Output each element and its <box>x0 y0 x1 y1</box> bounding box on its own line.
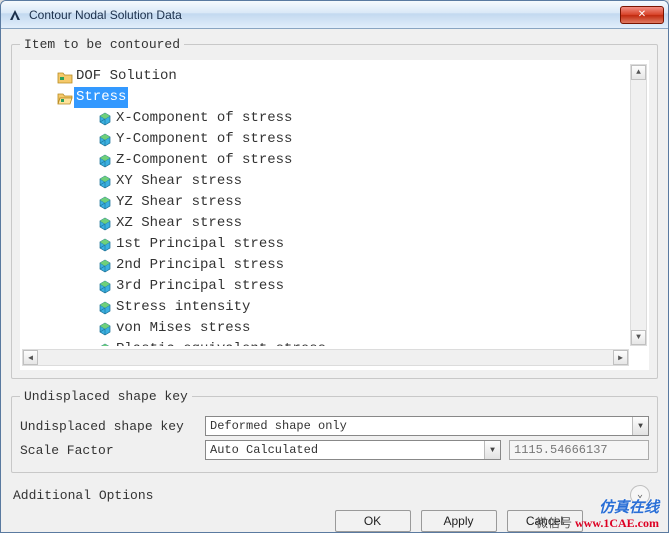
scale-factor-value: Auto Calculated <box>206 443 484 457</box>
result-cube-icon <box>96 196 114 210</box>
tree-item-label: XY Shear stress <box>114 171 244 192</box>
result-cube-icon <box>96 280 114 294</box>
item-tree[interactable]: DOF SolutionStressX-Component of stressY… <box>34 66 645 346</box>
additional-options-row[interactable]: Additional Options ⌄ <box>11 483 658 505</box>
shape-key-row: Undisplaced shape key Deformed shape onl… <box>20 416 649 436</box>
result-cube-icon <box>96 238 114 252</box>
app-icon <box>7 7 23 23</box>
tree-item[interactable]: X-Component of stress <box>34 108 645 129</box>
scroll-left-icon[interactable]: ◀ <box>23 350 38 365</box>
tree-item[interactable]: YZ Shear stress <box>34 192 645 213</box>
scroll-track-h[interactable] <box>38 350 613 365</box>
shape-key-label: Undisplaced shape key <box>20 419 205 434</box>
ok-label: OK <box>364 514 381 528</box>
tree-item[interactable]: XY Shear stress <box>34 171 645 192</box>
scale-factor-select[interactable]: Auto Calculated ▼ <box>205 440 501 460</box>
scale-factor-number-value: 1115.54666137 <box>514 443 608 457</box>
tree-item-label: Y-Component of stress <box>114 129 294 150</box>
contour-group: Item to be contoured DOF SolutionStressX… <box>11 37 658 379</box>
tree-item[interactable]: 2nd Principal stress <box>34 255 645 276</box>
ok-button[interactable]: OK <box>335 510 411 532</box>
apply-button[interactable]: Apply <box>421 510 497 532</box>
tree-item[interactable]: Stress intensity <box>34 297 645 318</box>
additional-options-label: Additional Options <box>13 488 153 503</box>
tree-item[interactable]: Y-Component of stress <box>34 129 645 150</box>
tree-item[interactable]: von Mises stress <box>34 318 645 339</box>
scale-factor-label: Scale Factor <box>20 443 205 458</box>
folder-open-icon <box>56 91 74 105</box>
result-cube-icon <box>96 259 114 273</box>
dialog-window: Contour Nodal Solution Data ✕ Item to be… <box>0 0 669 533</box>
tree-item[interactable]: Plastic equivalent stress <box>34 339 645 346</box>
tree-item-label: Stress <box>74 87 128 108</box>
result-cube-icon <box>96 154 114 168</box>
tree-item[interactable]: 3rd Principal stress <box>34 276 645 297</box>
tree-item-label: XZ Shear stress <box>114 213 244 234</box>
tree-item[interactable]: 1st Principal stress <box>34 234 645 255</box>
tree-container: DOF SolutionStressX-Component of stressY… <box>20 60 649 370</box>
close-button[interactable]: ✕ <box>620 6 664 24</box>
contour-legend: Item to be contoured <box>20 37 184 52</box>
shape-key-legend: Undisplaced shape key <box>20 389 192 404</box>
dialog-content: Item to be contoured DOF SolutionStressX… <box>1 29 668 532</box>
shape-key-select[interactable]: Deformed shape only ▼ <box>205 416 649 436</box>
expand-icon[interactable]: ⌄ <box>630 485 650 505</box>
tree-item[interactable]: Z-Component of stress <box>34 150 645 171</box>
chevron-down-icon: ▼ <box>632 417 648 435</box>
tree-item[interactable]: DOF Solution <box>34 66 645 87</box>
cancel-button[interactable]: Cancel <box>507 510 583 532</box>
tree-item-label: 1st Principal stress <box>114 234 286 255</box>
scroll-down-icon[interactable]: ▼ <box>631 330 646 345</box>
scroll-up-icon[interactable]: ▲ <box>631 65 646 80</box>
scroll-track[interactable] <box>631 80 646 330</box>
result-cube-icon <box>96 301 114 315</box>
folder-dof-icon <box>56 70 74 84</box>
window-title: Contour Nodal Solution Data <box>29 8 620 22</box>
scroll-right-icon[interactable]: ▶ <box>613 350 628 365</box>
tree-item-label: Z-Component of stress <box>114 150 294 171</box>
horizontal-scrollbar[interactable]: ◀ ▶ <box>22 349 629 366</box>
close-icon: ✕ <box>638 9 646 20</box>
shape-key-group: Undisplaced shape key Undisplaced shape … <box>11 389 658 473</box>
result-cube-icon <box>96 343 114 347</box>
result-cube-icon <box>96 322 114 336</box>
tree-item[interactable]: Stress <box>34 87 645 108</box>
cancel-label: Cancel <box>526 514 563 528</box>
tree-item-label: YZ Shear stress <box>114 192 244 213</box>
result-cube-icon <box>96 175 114 189</box>
scale-factor-number: 1115.54666137 <box>509 440 649 460</box>
result-cube-icon <box>96 112 114 126</box>
apply-label: Apply <box>443 514 473 528</box>
result-cube-icon <box>96 217 114 231</box>
tree-item[interactable]: XZ Shear stress <box>34 213 645 234</box>
titlebar[interactable]: Contour Nodal Solution Data ✕ <box>1 1 668 29</box>
scale-factor-row: Scale Factor Auto Calculated ▼ 1115.5466… <box>20 440 649 460</box>
chevron-down-icon: ▼ <box>484 441 500 459</box>
result-cube-icon <box>96 133 114 147</box>
tree-item-label: DOF Solution <box>74 66 179 87</box>
tree-item-label: X-Component of stress <box>114 108 294 129</box>
tree-item-label: 2nd Principal stress <box>114 255 286 276</box>
tree-item-label: 3rd Principal stress <box>114 276 286 297</box>
tree-item-label: von Mises stress <box>114 318 252 339</box>
tree-item-label: Stress intensity <box>114 297 252 318</box>
button-bar: OK Apply Cancel <box>11 505 658 532</box>
shape-key-value: Deformed shape only <box>206 419 632 433</box>
tree-item-label: Plastic equivalent stress <box>114 339 328 346</box>
vertical-scrollbar[interactable]: ▲ ▼ <box>630 64 647 346</box>
